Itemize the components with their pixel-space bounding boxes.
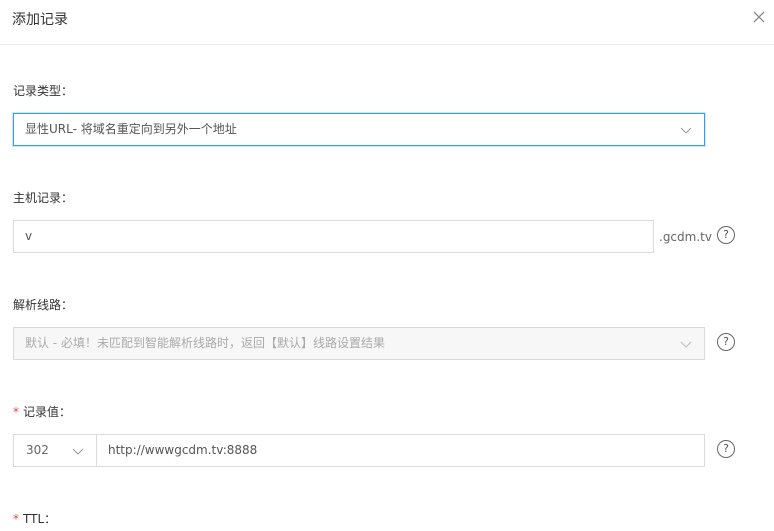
- chevron-down-icon: [680, 341, 692, 348]
- line-value: 默认 - 必填！未匹配到智能解析线路时，返回【默认】线路设置结果: [25, 336, 385, 350]
- required-mark: *: [13, 405, 19, 419]
- ttl-label: TTL：: [23, 512, 57, 526]
- record-type-value: 显性URL- 将域名重定向到另外一个地址: [25, 122, 237, 136]
- close-icon[interactable]: [750, 8, 768, 26]
- line-label: 解析线路：: [13, 298, 74, 312]
- domain-suffix: .gcdm.tv: [659, 230, 712, 244]
- dialog-title: 添加记录: [12, 12, 68, 28]
- record-type-label: 记录类型：: [13, 84, 74, 98]
- record-value-text: http://wwwgcdm.tv:8888: [108, 443, 258, 457]
- ttl-label-row: * TTL：: [13, 510, 56, 527]
- chevron-down-icon: [680, 127, 692, 134]
- redirect-code-select[interactable]: 302: [13, 434, 97, 467]
- host-record-value: v: [25, 229, 33, 243]
- record-value-help-icon[interactable]: ?: [717, 440, 735, 458]
- record-value-label: 记录值：: [23, 405, 72, 419]
- record-value-label-row: * 记录值：: [13, 403, 71, 420]
- line-help-icon[interactable]: ?: [717, 333, 735, 351]
- required-mark: *: [13, 512, 19, 526]
- record-type-select[interactable]: 显性URL- 将域名重定向到另外一个地址: [13, 113, 705, 146]
- host-help-icon[interactable]: ?: [717, 226, 735, 244]
- redirect-code-value: 302: [26, 443, 49, 457]
- record-value-input[interactable]: http://wwwgcdm.tv:8888: [96, 434, 705, 467]
- host-record-label: 主机记录：: [13, 191, 74, 205]
- host-record-input[interactable]: v: [13, 220, 654, 253]
- line-select[interactable]: 默认 - 必填！未匹配到智能解析线路时，返回【默认】线路设置结果: [13, 327, 705, 360]
- dialog-header: 添加记录: [0, 0, 774, 45]
- chevron-down-icon: [72, 448, 84, 455]
